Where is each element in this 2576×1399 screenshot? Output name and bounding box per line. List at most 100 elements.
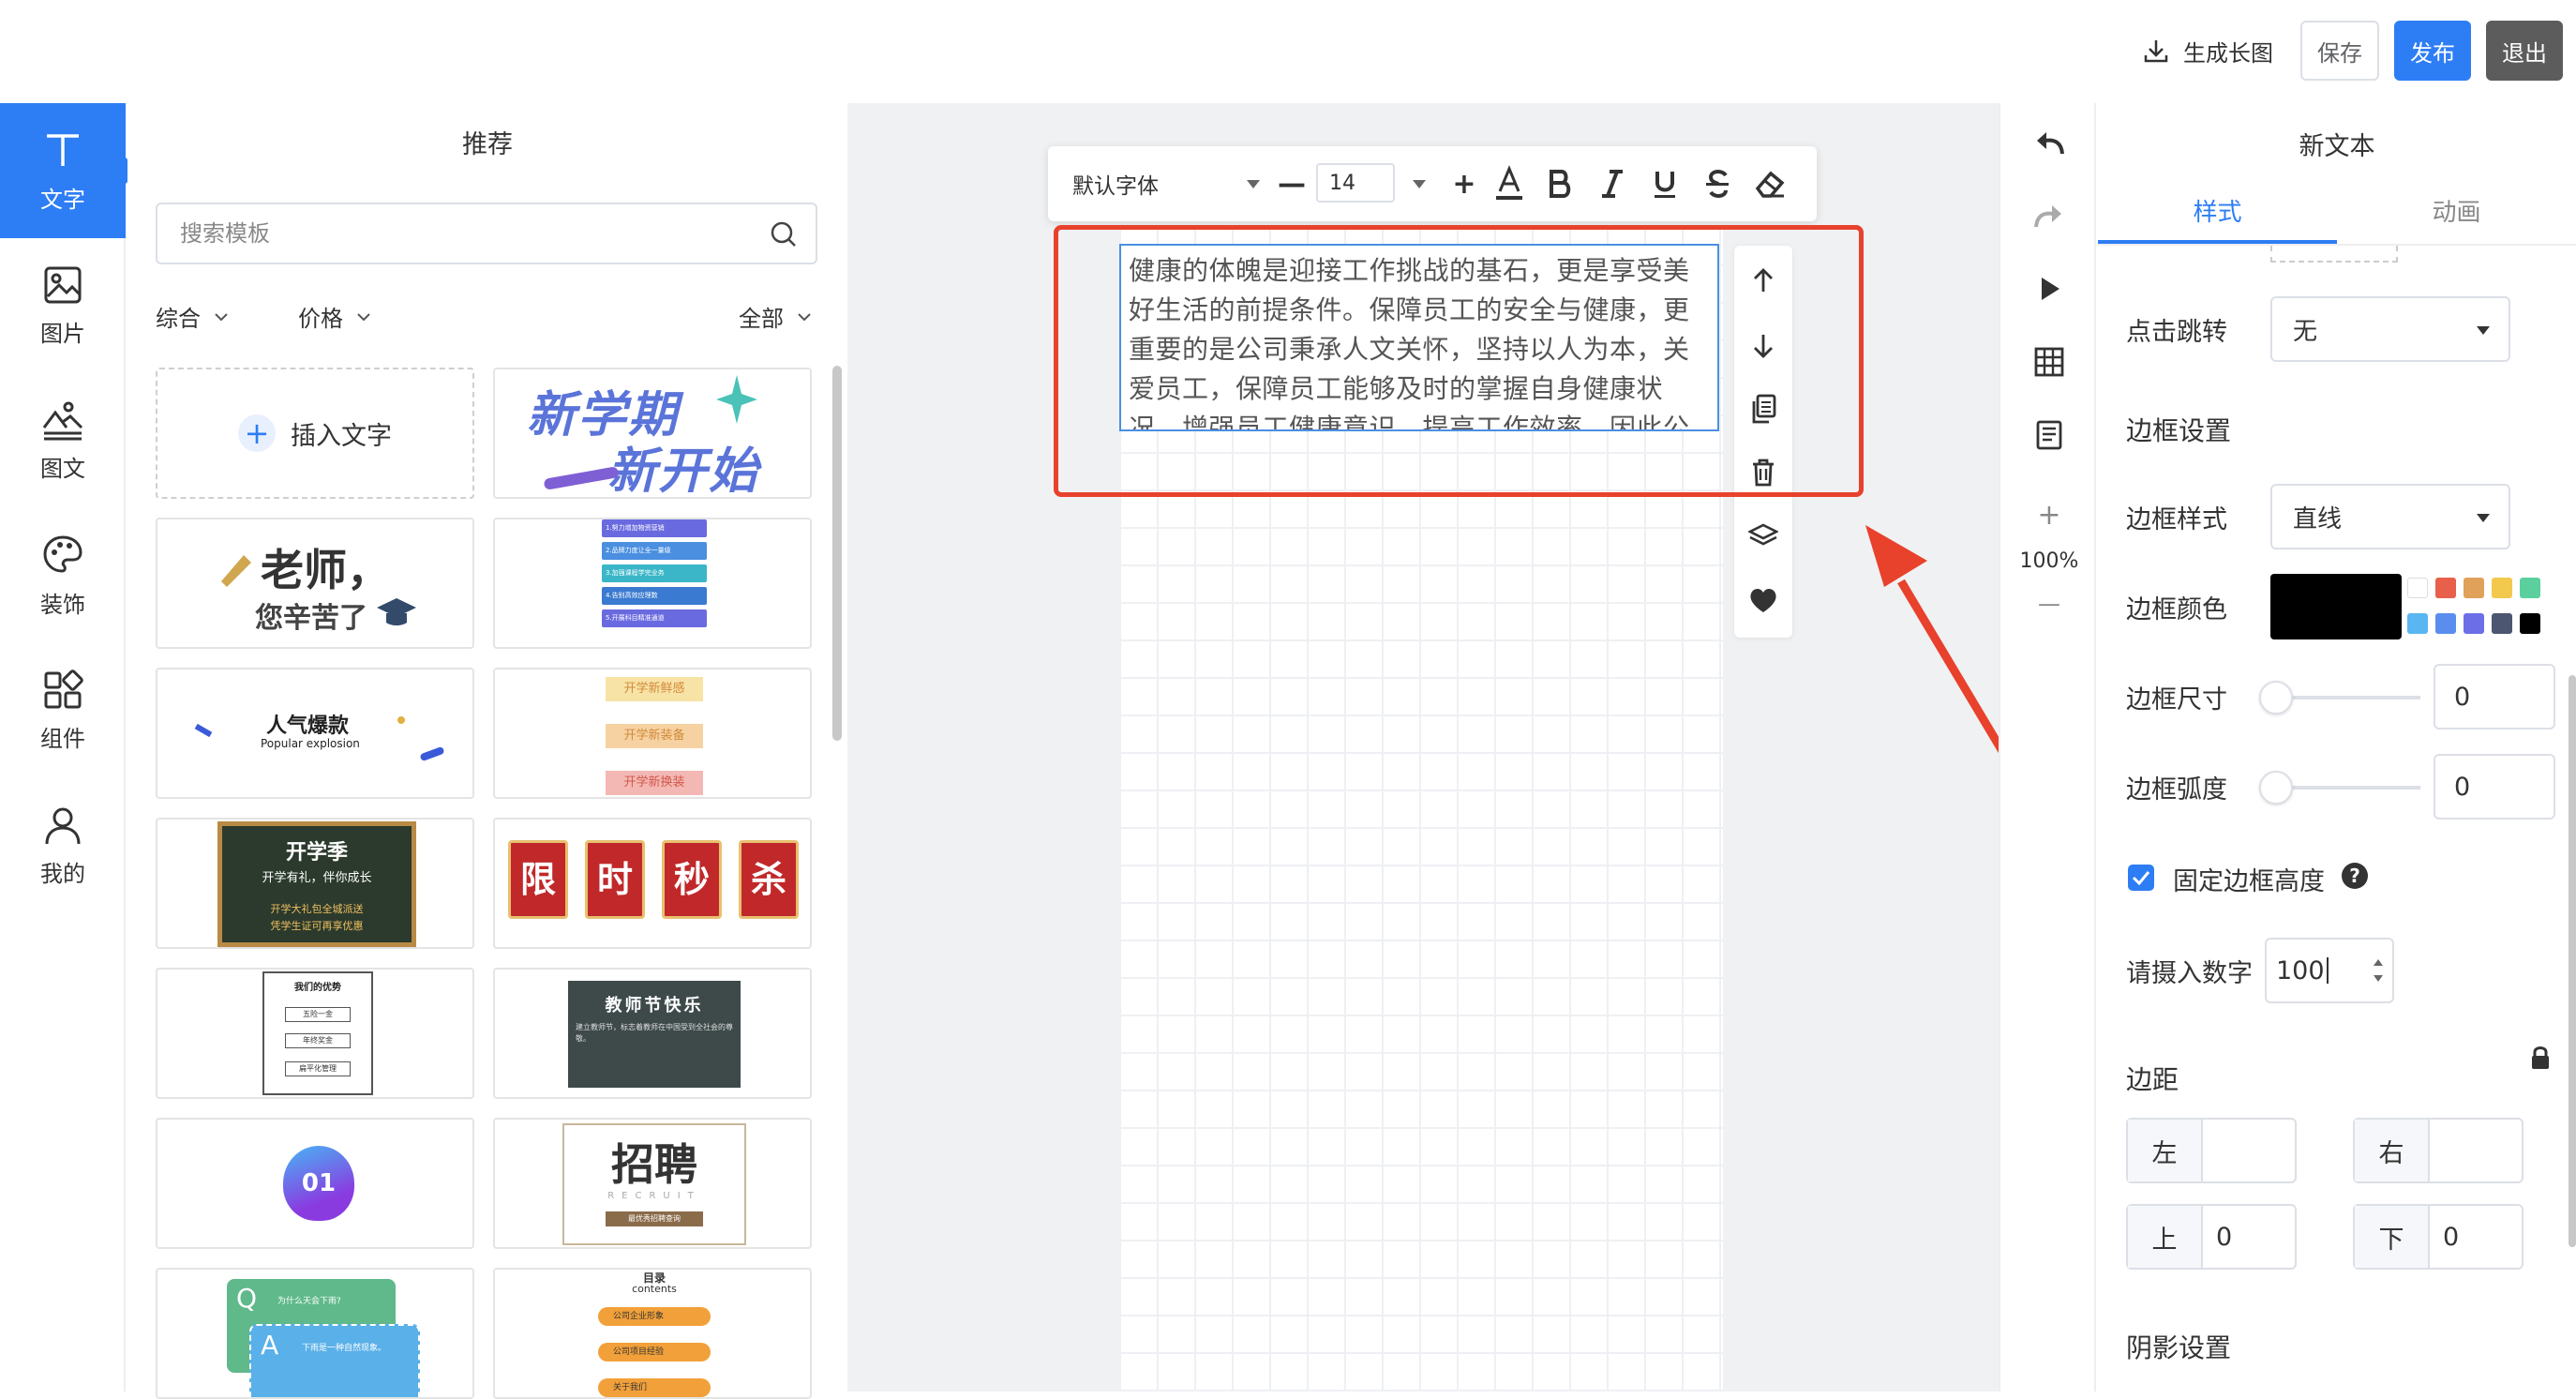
border-size-input[interactable]: 0 bbox=[2434, 664, 2555, 730]
search-icon[interactable] bbox=[769, 219, 799, 249]
color-swatch[interactable] bbox=[2492, 578, 2512, 598]
border-radius-input[interactable]: 0 bbox=[2434, 754, 2555, 820]
padding-left-label: 左 bbox=[2128, 1120, 2203, 1181]
filter-sort-dropdown[interactable]: 综合 bbox=[156, 300, 229, 333]
search-input[interactable] bbox=[159, 206, 722, 261]
template-tile-badge[interactable]: 01 bbox=[156, 1118, 474, 1249]
link-select[interactable]: 无 bbox=[2270, 296, 2510, 362]
zoom-level: 100% bbox=[2019, 549, 2079, 573]
lock-icon[interactable] bbox=[2529, 1045, 2552, 1071]
border-radius-slider[interactable] bbox=[2270, 786, 2420, 790]
rail-item-text[interactable]: 文字 bbox=[0, 103, 139, 238]
template-tile-popular[interactable]: 人气爆款 Popular explosion bbox=[156, 668, 474, 799]
border-radius-value: 0 bbox=[2454, 772, 2471, 802]
fixed-height-checkbox[interactable] bbox=[2128, 865, 2154, 891]
border-style-select[interactable]: 直线 bbox=[2270, 484, 2510, 549]
rail-item-image-text[interactable]: 图文 bbox=[0, 373, 126, 508]
preview-button[interactable] bbox=[2027, 266, 2072, 311]
export-long-image-button[interactable]: 生成长图 bbox=[2128, 21, 2287, 81]
font-color-button[interactable] bbox=[1487, 161, 1532, 206]
redo-button[interactable] bbox=[2027, 193, 2072, 238]
font-size-dropdown[interactable] bbox=[1397, 161, 1442, 206]
font-size-input[interactable]: 14 bbox=[1316, 163, 1395, 203]
stepper-icon[interactable] bbox=[2372, 949, 2385, 992]
rail-item-decor[interactable]: 装饰 bbox=[0, 508, 126, 643]
tile-text: 下雨是一种自然现象。 bbox=[302, 1344, 387, 1353]
template-tile-advantages[interactable]: 我们的优势 五险一金 年终奖金 扁平化管理 bbox=[156, 968, 474, 1099]
template-scrollbar[interactable] bbox=[832, 366, 842, 741]
color-swatch[interactable] bbox=[2464, 613, 2484, 634]
filter-price-dropdown[interactable]: 价格 bbox=[298, 300, 371, 333]
color-swatch[interactable] bbox=[2407, 613, 2428, 634]
color-swatch[interactable] bbox=[2520, 613, 2540, 634]
insert-text-button[interactable]: + 插入文字 bbox=[156, 368, 474, 499]
tab-animation[interactable]: 动画 bbox=[2337, 193, 2576, 228]
page-settings-button[interactable] bbox=[2027, 413, 2072, 458]
layers-button[interactable] bbox=[1743, 516, 1784, 557]
color-swatch[interactable] bbox=[2407, 578, 2428, 598]
rail-item-components[interactable]: 组件 bbox=[0, 643, 126, 778]
rail-item-mine[interactable]: 我的 bbox=[0, 778, 126, 913]
decrease-size-button[interactable]: — bbox=[1269, 161, 1314, 206]
border-size-label: 边框尺寸 bbox=[2126, 685, 2227, 715]
clear-format-button[interactable] bbox=[1747, 161, 1792, 206]
zoom-in-button[interactable]: + bbox=[2000, 499, 2098, 532]
grid-toggle-button[interactable] bbox=[2027, 339, 2072, 384]
template-tile-steps[interactable]: 1.努力增加物资营销 2.品牌力度让全一量级 3.加强课程学完业务 4.告别高效… bbox=[493, 518, 812, 649]
undo-button[interactable] bbox=[2027, 120, 2072, 165]
rail-item-image[interactable]: 图片 bbox=[0, 238, 126, 373]
grid-icon bbox=[2034, 347, 2064, 377]
template-tile-ribbons[interactable]: 开学新鲜感 开学新装备 开学新换装 bbox=[493, 668, 812, 799]
template-tile-teachers-day[interactable]: 教师节快乐 建立教师节，标志着教师在中国受到全社会的尊敬。 bbox=[493, 968, 812, 1099]
color-swatch[interactable] bbox=[2520, 578, 2540, 598]
template-tile-flash-sale[interactable]: 限 时 秒 杀 bbox=[493, 818, 812, 949]
color-swatch[interactable] bbox=[2435, 578, 2456, 598]
color-swatch[interactable] bbox=[2464, 578, 2484, 598]
template-tile-recruit[interactable]: 招聘 RECRUIT 最优秀招聘查询 bbox=[493, 1118, 812, 1249]
publish-button[interactable]: 发布 bbox=[2394, 21, 2471, 81]
template-tile-teacher[interactable]: 老师， 您辛苦了 bbox=[156, 518, 474, 649]
heart-icon bbox=[1750, 588, 1776, 612]
padding-left-field[interactable]: 左 bbox=[2126, 1118, 2297, 1183]
chevron-down-icon bbox=[798, 312, 811, 321]
checkmark-icon bbox=[2132, 871, 2150, 885]
tile-text: 最优秀招聘查询 bbox=[606, 1211, 703, 1226]
padding-bottom-field[interactable]: 下 0 bbox=[2353, 1204, 2524, 1270]
padding-top-value: 0 bbox=[2216, 1222, 2233, 1252]
filter-scope-dropdown[interactable]: 全部 bbox=[739, 300, 812, 333]
exit-button[interactable]: 退出 bbox=[2486, 21, 2563, 81]
palette-icon bbox=[43, 534, 82, 573]
confetti-decor bbox=[397, 716, 405, 724]
color-swatch[interactable] bbox=[2492, 613, 2512, 634]
border-size-slider[interactable] bbox=[2270, 696, 2420, 700]
border-color-picker[interactable] bbox=[2270, 574, 2402, 639]
template-tile-contents[interactable]: 目录 contents 公司企业形象 公司项目经验 关于我们 bbox=[493, 1268, 812, 1399]
height-number-input[interactable]: 100 bbox=[2265, 938, 2394, 1003]
favorite-button[interactable] bbox=[1743, 579, 1784, 621]
bold-button[interactable] bbox=[1537, 161, 1582, 206]
help-icon[interactable]: ? bbox=[2342, 863, 2368, 889]
filter-scope-label: 全部 bbox=[739, 306, 784, 332]
italic-button[interactable] bbox=[1590, 161, 1635, 206]
save-button[interactable]: 保存 bbox=[2300, 21, 2379, 81]
border-radius-slider-handle[interactable] bbox=[2259, 771, 2293, 805]
border-radius-label: 边框弧度 bbox=[2126, 775, 2227, 805]
underline-button[interactable] bbox=[1642, 161, 1687, 206]
padding-top-field[interactable]: 上 0 bbox=[2126, 1204, 2297, 1270]
increase-size-button[interactable]: + bbox=[1442, 161, 1487, 206]
props-scrollbar[interactable] bbox=[2569, 675, 2576, 1247]
strikethrough-button[interactable] bbox=[1695, 161, 1740, 206]
padding-bottom-value: 0 bbox=[2443, 1222, 2460, 1252]
zoom-out-button[interactable]: — bbox=[2000, 591, 2098, 617]
confetti-decor bbox=[194, 723, 213, 738]
color-swatch[interactable] bbox=[2435, 613, 2456, 634]
border-size-slider-handle[interactable] bbox=[2259, 681, 2293, 715]
template-tile-qa[interactable]: Q 为什么天会下雨? A 下雨是一种自然现象。 bbox=[156, 1268, 474, 1399]
tab-style[interactable]: 样式 bbox=[2098, 193, 2337, 228]
step-item: 1.努力增加物资营销 bbox=[602, 519, 707, 537]
template-tile-new-term[interactable]: 新学期 新开始 bbox=[493, 368, 812, 499]
padding-right-field[interactable]: 右 bbox=[2353, 1118, 2524, 1183]
font-family-select[interactable]: 默认字体 bbox=[1063, 163, 1269, 204]
sparkle-icon bbox=[716, 375, 757, 424]
template-tile-blackboard[interactable]: 开学季 开学有礼，伴你成长 开学大礼包全城派送 凭学生证可再享优惠 bbox=[156, 818, 474, 949]
